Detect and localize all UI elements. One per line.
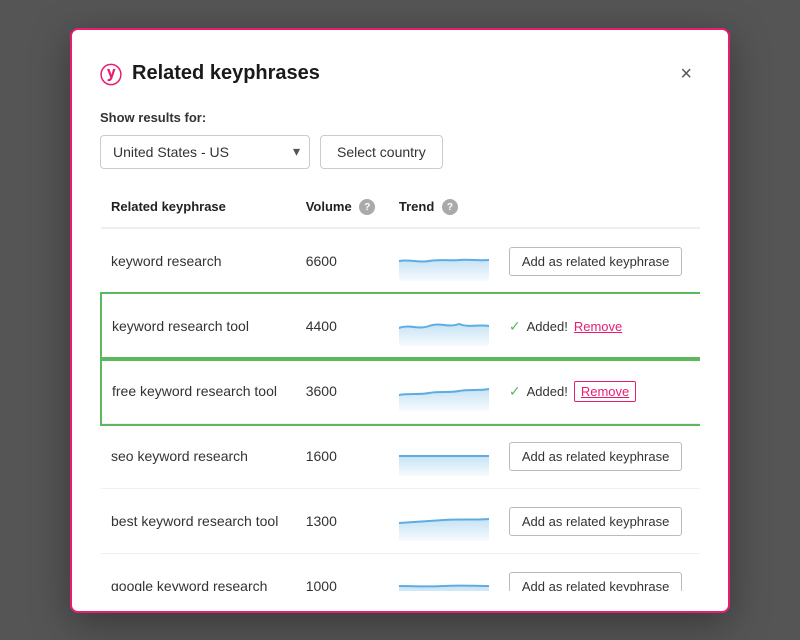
yoast-icon: ⓨ <box>100 58 122 90</box>
added-cell: ✓ Added! Remove <box>509 381 690 402</box>
trend-cell <box>389 554 499 591</box>
added-cell: ✓ Added! Remove <box>509 318 690 335</box>
keyphrase-cell: keyword research <box>101 228 296 294</box>
col-header-trend: Trend ? <box>389 191 499 229</box>
volume-cell: 6600 <box>296 228 389 294</box>
modal-title-area: ⓨ Related keyphrases <box>100 58 320 90</box>
trend-cell <box>389 489 499 554</box>
col-header-volume: Volume ? <box>296 191 389 229</box>
remove-button[interactable]: Remove <box>574 319 622 334</box>
keyphrase-cell: google keyword research <box>101 554 296 591</box>
keyphrases-table-container: Related keyphrase Volume ? Trend ? <box>100 191 700 591</box>
keyphrases-table: Related keyphrase Volume ? Trend ? <box>100 191 700 591</box>
action-cell: Add as related keyphrase <box>499 424 700 489</box>
added-text: Added! <box>527 384 568 399</box>
close-button[interactable]: × <box>672 60 700 88</box>
action-cell: ✓ Added! Remove <box>499 359 700 424</box>
country-select[interactable]: United States - US United Kingdom - UK C… <box>100 135 310 169</box>
add-keyphrase-button[interactable]: Add as related keyphrase <box>509 507 682 536</box>
add-keyphrase-button[interactable]: Add as related keyphrase <box>509 247 682 276</box>
volume-cell: 1000 <box>296 554 389 591</box>
remove-button[interactable]: Remove <box>574 381 636 402</box>
table-row: keyword research tool4400 ✓ Added! Remove <box>101 294 700 359</box>
trend-cell <box>389 359 499 424</box>
trend-help-icon[interactable]: ? <box>442 199 458 215</box>
col-header-action <box>499 191 700 229</box>
select-country-button[interactable]: Select country <box>320 135 443 169</box>
add-keyphrase-button[interactable]: Add as related keyphrase <box>509 442 682 471</box>
volume-cell: 4400 <box>296 294 389 359</box>
keyphrase-cell: seo keyword research <box>101 424 296 489</box>
modal-container: ⓨ Related keyphrases × Show results for:… <box>70 28 730 613</box>
keyphrase-cell: free keyword research tool <box>101 359 296 424</box>
controls-row: United States - US United Kingdom - UK C… <box>100 135 700 169</box>
country-select-wrapper: United States - US United Kingdom - UK C… <box>100 135 310 169</box>
table-row: keyword research6600 Add as related keyp… <box>101 228 700 294</box>
volume-cell: 3600 <box>296 359 389 424</box>
table-row: free keyword research tool3600 ✓ Added! Re… <box>101 359 700 424</box>
check-icon: ✓ <box>509 318 521 335</box>
modal-title: Related keyphrases <box>132 62 320 85</box>
table-row: google keyword research1000 Add as relat… <box>101 554 700 591</box>
trend-cell <box>389 294 499 359</box>
action-cell: Add as related keyphrase <box>499 489 700 554</box>
action-cell: Add as related keyphrase <box>499 554 700 591</box>
volume-cell: 1300 <box>296 489 389 554</box>
show-results-label: Show results for: <box>100 110 700 125</box>
volume-cell: 1600 <box>296 424 389 489</box>
trend-cell <box>389 424 499 489</box>
keyphrase-cell: keyword research tool <box>101 294 296 359</box>
action-cell: Add as related keyphrase <box>499 228 700 294</box>
check-icon: ✓ <box>509 383 521 400</box>
action-cell: ✓ Added! Remove <box>499 294 700 359</box>
table-row: best keyword research tool1300 Add as re… <box>101 489 700 554</box>
modal-header: ⓨ Related keyphrases × <box>100 58 700 90</box>
add-keyphrase-button[interactable]: Add as related keyphrase <box>509 572 682 591</box>
added-text: Added! <box>527 319 568 334</box>
table-row: seo keyword research1600 Add as related … <box>101 424 700 489</box>
col-header-keyphrase: Related keyphrase <box>101 191 296 229</box>
trend-cell <box>389 228 499 294</box>
keyphrase-cell: best keyword research tool <box>101 489 296 554</box>
volume-help-icon[interactable]: ? <box>359 199 375 215</box>
